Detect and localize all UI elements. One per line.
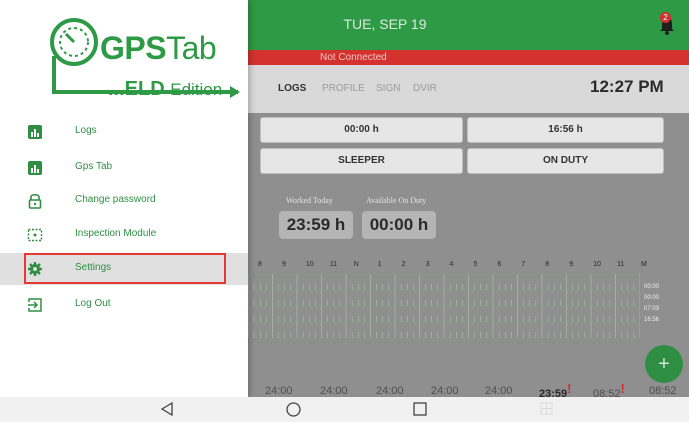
tab-sign[interactable]: SIGN (376, 83, 400, 94)
chart-hour-label: M (641, 261, 647, 268)
right-time-box: 16:56 h (467, 117, 664, 143)
chart-hour-label: 3 (425, 261, 430, 268)
available-on-duty-label: Available On Duty (366, 196, 427, 205)
row-total: 00:00 (644, 284, 660, 290)
daily-total: 24:00 (485, 385, 513, 397)
chart-hour-label: 10 (305, 261, 314, 268)
menu-item-inspection-module[interactable]: Inspection Module (0, 219, 248, 251)
bar-chart-icon (28, 161, 42, 175)
row-total: 07:03 (644, 306, 660, 312)
chart-hour-label: 7 (521, 261, 526, 268)
logo-title: GPSTab (100, 30, 217, 67)
lock-icon (28, 193, 42, 209)
notification-badge: 2 (660, 12, 671, 23)
violation-flag-icon: ! (620, 381, 625, 396)
daily-total: 24:00 (431, 385, 459, 397)
inspection-icon (27, 228, 43, 242)
logo-brand-thin: Tab (166, 30, 217, 66)
settings-highlight-box (24, 253, 226, 284)
chart-hour-label: 6 (497, 261, 502, 268)
menu-label-logs: Logs (75, 125, 97, 136)
menu-item-log-out[interactable]: Log Out (0, 289, 248, 321)
tab-dvir[interactable]: DVIR (413, 83, 437, 94)
logo-sub-thin: Edition (170, 80, 223, 99)
menu-label-change-password: Change password (75, 194, 156, 205)
chart-hour-label: 8 (258, 261, 262, 268)
recents-icon[interactable] (413, 402, 427, 416)
daily-total: 24:00 (320, 385, 348, 397)
available-on-duty-value: 00:00 h (362, 211, 436, 239)
row-total: 00:00 (644, 295, 660, 301)
header-date: TUE, SEP 19 (343, 16, 427, 32)
chart-hour-label: 11 (329, 261, 338, 268)
current-time: 12:27 PM (590, 77, 664, 96)
chart-hour-label: 11 (617, 261, 625, 268)
back-icon[interactable] (160, 402, 174, 416)
daily-total: 24:00 (376, 385, 404, 397)
menu-item-change-password[interactable]: Change password (0, 185, 248, 217)
worked-today-label: Worked Today (286, 196, 333, 205)
chart-hour-label: N (353, 261, 359, 268)
duty-status-graph (248, 274, 640, 338)
grid-icon (540, 402, 553, 415)
menu-label-gps-tab: Gps Tab (75, 161, 113, 172)
violation-flag-icon: ! (567, 381, 572, 396)
chart-hour-label: 9 (569, 261, 574, 268)
logout-icon (28, 298, 42, 312)
sleeper-status-button[interactable]: SLEEPER (260, 148, 463, 174)
menu-item-gps-tab[interactable]: Gps Tab (0, 152, 248, 184)
connection-status-text: Not Connected (320, 52, 387, 63)
chart-hour-label: 5 (473, 261, 478, 268)
logo-sub-bold: ...ELD (108, 78, 165, 100)
menu-label-log-out: Log Out (75, 298, 111, 309)
logo-brand: GPS (100, 30, 167, 66)
daily-total: 24:00 (265, 385, 293, 397)
add-fab-button[interactable]: + (645, 345, 683, 383)
daily-total: 08:52 (649, 385, 677, 397)
on-duty-status-button[interactable]: ON DUTY (467, 148, 664, 174)
chart-hour-label: 8 (545, 261, 550, 268)
bar-chart-icon (28, 125, 42, 139)
menu-item-logs[interactable]: Logs (0, 116, 248, 148)
navigation-drawer: GPSTab ...ELD Edition Logs Gps Tab Chang… (0, 0, 248, 397)
chart-hour-label: 10 (593, 261, 601, 268)
worked-today-value: 23:59 h (279, 211, 353, 239)
chart-hour-label: 2 (401, 261, 406, 268)
menu-label-inspection-module: Inspection Module (75, 228, 157, 239)
system-nav-bar (0, 397, 689, 422)
left-time-box: 00:00 h (260, 117, 463, 143)
tab-logs[interactable]: LOGS (278, 83, 306, 94)
chart-hour-label: 9 (281, 261, 286, 268)
logo-subtitle: ...ELD Edition (108, 78, 222, 101)
tab-profile[interactable]: PROFILE (322, 83, 365, 94)
chart-hour-label: 4 (449, 261, 454, 268)
row-total: 16:56 (644, 317, 660, 323)
home-icon[interactable] (286, 402, 301, 417)
chart-hour-label: 1 (377, 261, 382, 268)
